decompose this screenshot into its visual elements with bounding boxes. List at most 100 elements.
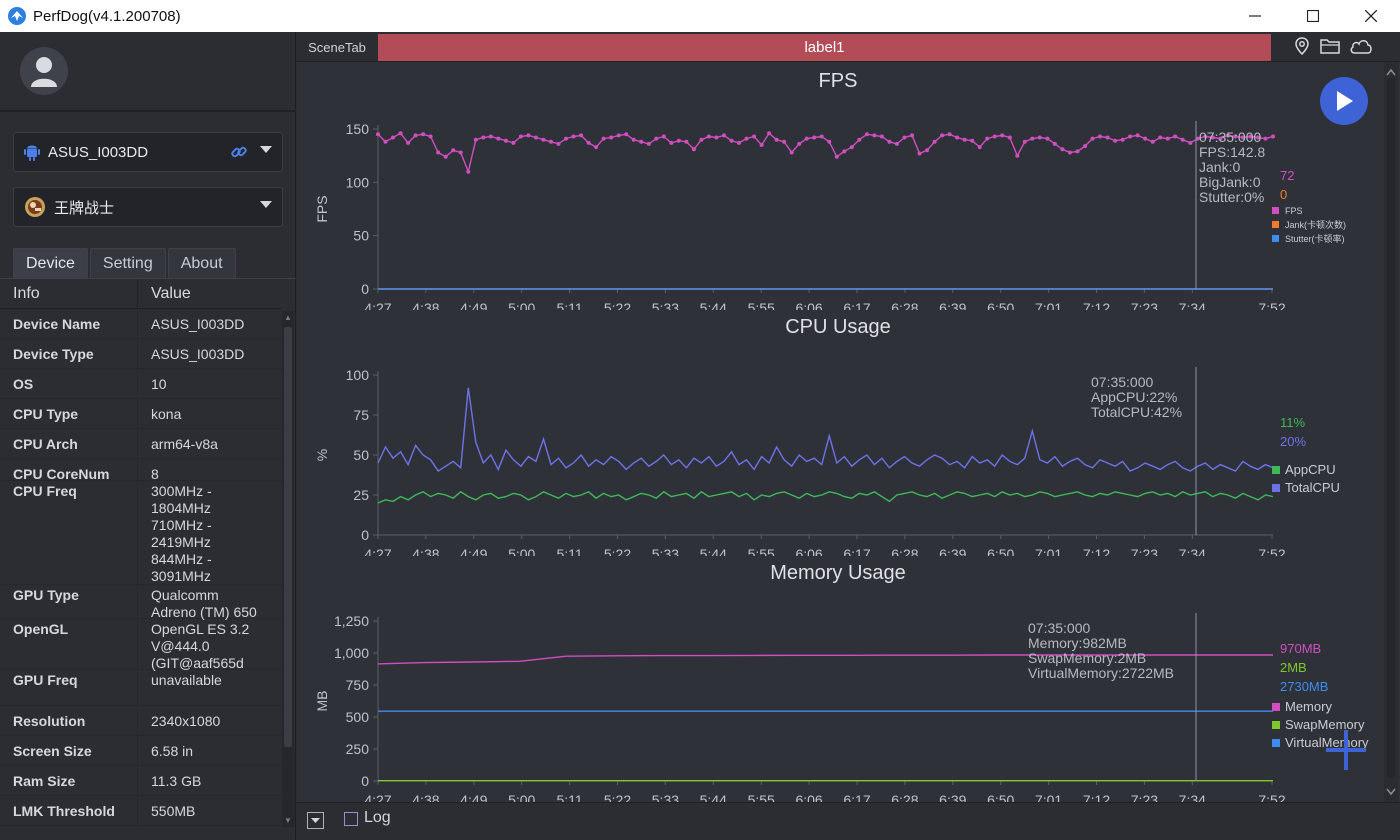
- maximize-button[interactable]: [1284, 0, 1342, 32]
- table-row[interactable]: GPU Type Qualcomm Adreno (TM) 650: [0, 585, 282, 620]
- fps-point: [782, 139, 787, 144]
- scene-label-bar[interactable]: label1: [378, 34, 1271, 61]
- app-selector[interactable]: 王牌战士: [13, 187, 283, 227]
- legend-label: Stutter(卡顿率): [1285, 233, 1345, 244]
- scroll-up-icon[interactable]: [1384, 66, 1398, 78]
- table-row[interactable]: CPU Freq 300MHz - 1804MHz 710MHz - 2419MH…: [0, 481, 282, 585]
- scrollbar-thumb[interactable]: [284, 327, 292, 747]
- table-row[interactable]: OS 10: [0, 369, 282, 399]
- x-tick-label: 5:22: [604, 300, 631, 310]
- panel-divider: [0, 110, 296, 112]
- table-row[interactable]: CPU CoreNum 8: [0, 459, 282, 482]
- table-row[interactable]: GPU Freq unavailable: [0, 670, 282, 706]
- fps-point: [601, 136, 606, 141]
- play-button[interactable]: [1320, 77, 1368, 125]
- folder-icon[interactable]: [1320, 37, 1340, 55]
- y-tick-label: 75: [353, 407, 369, 423]
- column-header-value[interactable]: Value: [138, 279, 282, 308]
- fps-point: [1188, 140, 1193, 145]
- fps-point: [910, 133, 914, 138]
- x-tick-label: 5:33: [652, 546, 679, 556]
- info-table-scrollbar[interactable]: ▲ ▼: [282, 311, 294, 827]
- series-line-appcpu: [377, 490, 1274, 504]
- info-key: Device Name: [0, 309, 138, 338]
- user-avatar[interactable]: [20, 47, 68, 95]
- fps-point: [654, 136, 659, 141]
- fps-point: [691, 147, 696, 152]
- collapse-log-button[interactable]: [307, 812, 324, 829]
- x-tick-label: 6:17: [843, 792, 870, 802]
- x-tick-label: 7:01: [1035, 300, 1062, 310]
- fps-point: [1022, 139, 1027, 144]
- table-row[interactable]: Device Name ASUS_I003DD: [0, 309, 282, 339]
- info-table-header: Info Value: [0, 279, 282, 309]
- fps-point: [526, 133, 531, 138]
- info-value: OpenGL ES 3.2 V@444.0 (GIT@aaf565d: [151, 621, 250, 671]
- table-row[interactable]: Device Type ASUS_I003DD: [0, 339, 282, 369]
- y-tick-label: 50: [353, 228, 369, 244]
- cloud-icon[interactable]: [1349, 37, 1373, 55]
- main-panel: SceneTab label1 FPS FPS 150 100 50 0 4:27 4:38 4…: [297, 32, 1400, 840]
- android-icon: [24, 145, 40, 161]
- fps-point: [1158, 135, 1163, 140]
- log-checkbox[interactable]: [344, 812, 358, 826]
- x-tick-label: 6:39: [939, 546, 966, 556]
- x-tick-label: 5:55: [748, 300, 775, 310]
- fps-point: [827, 139, 832, 144]
- fps-point: [917, 151, 922, 156]
- usb-link-icon[interactable]: [230, 143, 248, 161]
- y-tick-label: 150: [346, 121, 370, 137]
- legend-swatch: [1272, 739, 1280, 747]
- x-tick-label: 7:23: [1131, 546, 1158, 556]
- series-line-fps: [377, 132, 1274, 175]
- scrollbar-thumb[interactable]: [1387, 78, 1395, 778]
- table-row[interactable]: LMK Threshold 550MB: [0, 796, 282, 826]
- x-tick-label: 7:34: [1179, 546, 1206, 556]
- scene-tab[interactable]: SceneTab: [297, 32, 377, 62]
- device-selector[interactable]: ASUS_I003DD: [13, 132, 283, 172]
- charts-scrollbar[interactable]: [1384, 62, 1398, 802]
- column-header-info[interactable]: Info: [0, 279, 138, 308]
- fps-point: [699, 137, 704, 142]
- add-chart-button[interactable]: [1324, 728, 1368, 772]
- fps-point: [646, 141, 651, 146]
- scroll-down-icon[interactable]: ▼: [284, 816, 292, 825]
- fps-point: [473, 137, 478, 142]
- tab-about[interactable]: About: [167, 248, 236, 278]
- y-axis-label: FPS: [314, 195, 330, 222]
- x-tick-label: 7:52: [1258, 792, 1285, 802]
- table-row[interactable]: CPU Arch arm64-v8a: [0, 429, 282, 459]
- fps-point: [729, 138, 734, 143]
- legend-label: TotalCPU: [1285, 480, 1340, 495]
- tooltip-line: TotalCPU:42%: [1091, 404, 1182, 420]
- x-tick-label: 4:27: [364, 300, 391, 310]
- tab-device[interactable]: Device: [13, 248, 88, 278]
- x-tick-label: 7:23: [1131, 792, 1158, 802]
- table-row[interactable]: Screen Size 6.58 in: [0, 736, 282, 766]
- fps-point: [834, 154, 839, 159]
- fps-point: [511, 140, 516, 145]
- location-pin-icon[interactable]: [1293, 37, 1311, 55]
- fps-point: [1030, 136, 1035, 141]
- tooltip-line: BigJank:0: [1199, 174, 1261, 190]
- fps-point: [1015, 153, 1020, 158]
- close-icon: [1365, 10, 1377, 22]
- close-button[interactable]: [1342, 0, 1400, 32]
- fps-point: [1037, 135, 1042, 140]
- bottom-bar: Log: [297, 802, 1400, 840]
- tab-setting[interactable]: Setting: [89, 248, 166, 278]
- table-row[interactable]: OpenGL OpenGL ES 3.2 V@444.0 (GIT@aaf565d: [0, 619, 282, 671]
- scroll-up-icon[interactable]: ▲: [284, 313, 292, 322]
- table-row[interactable]: Ram Size 11.3 GB: [0, 766, 282, 796]
- fps-point: [488, 134, 493, 139]
- x-tick-label: 6:17: [843, 546, 870, 556]
- x-tick-label: 4:27: [364, 792, 391, 802]
- fps-point: [812, 135, 817, 140]
- table-row[interactable]: Resolution 2340x1080: [0, 706, 282, 736]
- fps-chart: FPS FPS 150 100 50 0 4:27 4:38 4:49 5:00 5:11 5:22 5…: [314, 70, 1346, 310]
- fps-point: [722, 133, 726, 138]
- scroll-down-icon[interactable]: [1384, 786, 1398, 798]
- table-row[interactable]: CPU Type kona: [0, 399, 282, 429]
- fps-point: [421, 132, 426, 137]
- minimize-button[interactable]: [1226, 0, 1284, 32]
